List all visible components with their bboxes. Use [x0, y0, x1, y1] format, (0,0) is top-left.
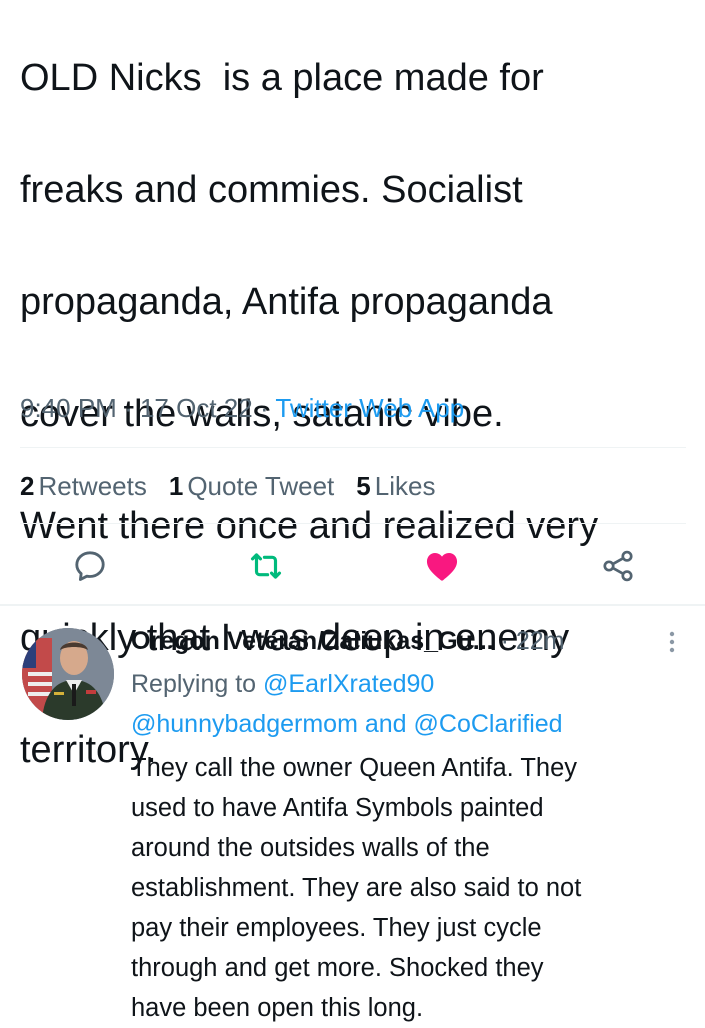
tweet-text-line: freaks and commies. Socialist [20, 169, 523, 211]
tweet-date[interactable]: 17 Oct 22 [140, 393, 253, 423]
reply-text-line: have been open this long. [131, 994, 424, 1022]
divider [20, 523, 686, 524]
reply-button[interactable] [70, 546, 110, 586]
separator-dot: · [259, 393, 269, 423]
reply-text-line: pay their employees. They just cycle [131, 914, 542, 942]
reply-text-line: They call the owner Queen Antifa. They [131, 754, 578, 782]
mention-link[interactable]: @EarlXrated90 [263, 670, 434, 698]
tweet-time[interactable]: 9:40 PM [20, 393, 117, 423]
engagement-stats: 2 Retweets 1 Quote Tweet 5 Likes [20, 468, 435, 504]
replying-to: Replying to @EarlXrated90 @hunnybadgermo… [131, 664, 691, 744]
separator-dot: · [500, 627, 509, 655]
action-bar [0, 540, 705, 590]
mention-link[interactable]: @CoClarified [414, 710, 563, 738]
reply-header: Oregon Veteran/Zaliukas_Gu... · 22m [131, 622, 691, 660]
tweet-text-line: propaganda, Antifa propaganda [20, 281, 553, 323]
tweet-text-line: OLD Nicks is a place made for [20, 57, 544, 99]
tweet-timestamp-row: 9:40 PM · 17 Oct 22 · Twitter Web App [20, 390, 464, 426]
retweets-label: Retweets [38, 471, 147, 501]
reply-text-line: establishment. They are also said to not [131, 874, 582, 902]
share-icon [603, 550, 633, 582]
likes-count: 5 [356, 471, 371, 501]
more-vertical-icon [669, 631, 675, 653]
quotes-count: 1 [168, 471, 184, 501]
mention-link[interactable]: @hunnybadgermom [131, 710, 358, 738]
likes-stat[interactable]: 5 Likes [356, 468, 435, 504]
reply-icon [75, 551, 105, 581]
quotes-stat[interactable]: 1 Quote Tweet [169, 468, 334, 504]
share-button[interactable] [598, 546, 638, 586]
retweets-count: 2 [20, 471, 35, 501]
reply-author-name[interactable]: Oregon Veteran/Zaliukas_Gu... [131, 627, 494, 655]
reply-text-line: through and get more. Shocked they [131, 954, 544, 982]
more-options-button[interactable] [662, 628, 682, 658]
reply-text-line: used to have Antifa Symbols painted [131, 794, 544, 822]
retweet-icon [250, 553, 282, 579]
reply-timestamp[interactable]: 22m [516, 627, 565, 655]
quotes-label: Quote Tweet [187, 471, 335, 501]
separator-dot: · [124, 393, 133, 423]
divider [0, 604, 705, 606]
heart-icon [426, 553, 458, 581]
replying-to-label: Replying to [131, 670, 257, 698]
retweet-button[interactable] [246, 546, 286, 586]
source-app-link[interactable]: Twitter Web App [275, 393, 464, 423]
reply-text-line: around the outsides walls of the [131, 834, 490, 862]
mention-and-label: and [364, 710, 407, 738]
like-button[interactable] [422, 546, 462, 586]
avatar-photo [22, 628, 114, 720]
retweets-stat[interactable]: 2 Retweets [20, 468, 147, 504]
likes-label: Likes [374, 471, 436, 501]
avatar[interactable] [22, 628, 114, 720]
reply-text: They call the owner Queen Antifa. They u… [131, 748, 691, 1028]
divider [20, 447, 686, 448]
